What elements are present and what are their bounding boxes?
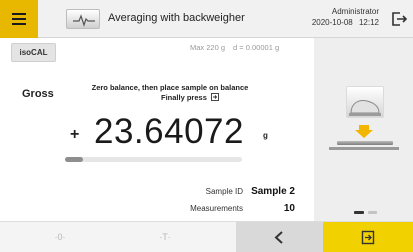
user-name: Administrator — [331, 7, 379, 16]
confirm-icon — [211, 93, 219, 101]
page-dot-active — [354, 211, 364, 214]
date-time: 2020-10-08 12:12 — [312, 17, 379, 28]
hamburger-icon-line — [12, 23, 26, 25]
readability: d = 0.00001 g — [233, 43, 280, 52]
app-title: Averaging with backweigher — [108, 12, 245, 24]
date: 2020-10-08 — [311, 18, 353, 27]
page-indicator — [354, 211, 378, 215]
sample-id-row: Sample ID Sample 2 — [206, 186, 295, 197]
menu-button[interactable] — [0, 0, 38, 38]
confirm-icon — [361, 230, 375, 245]
weight-value: 23.64072 — [94, 112, 244, 151]
weighing-range: Max 220 g d = 0.00001 g — [190, 43, 304, 52]
weight-sign: + — [70, 126, 80, 143]
page-dot — [368, 211, 377, 214]
tare-button[interactable]: ·T· — [140, 222, 190, 252]
back-button[interactable] — [236, 222, 323, 252]
chevron-left-icon — [274, 231, 283, 244]
illustration-panel[interactable] — [314, 38, 413, 221]
instruction-text: Zero balance, then place sample on balan… — [70, 83, 270, 103]
logout-icon[interactable] — [389, 9, 409, 29]
measurements-label: Measurements — [190, 204, 243, 213]
time: 12:12 — [358, 18, 379, 27]
hamburger-icon — [12, 13, 26, 15]
max-capacity: Max 220 g — [190, 43, 226, 52]
capacity-bar — [65, 157, 242, 162]
measurements-row: Measurements 10 — [190, 203, 295, 214]
balance-task-icon — [66, 9, 100, 29]
app-header: Averaging with backweigher Administrator… — [0, 0, 413, 38]
hamburger-icon-line — [12, 18, 26, 20]
weight-unit: g — [263, 131, 268, 140]
sample-id-value: Sample 2 — [251, 186, 295, 197]
measurements-value: 10 — [283, 203, 295, 214]
user-info[interactable]: Administrator 2020-10-08 12:12 — [312, 6, 379, 28]
place-sample-on-pan-icon — [329, 85, 399, 157]
capacity-bar-fill — [65, 157, 83, 162]
instruction-line-1: Zero balance, then place sample on balan… — [91, 83, 249, 92]
next-button[interactable] — [323, 222, 413, 252]
isocal-button[interactable]: isoCAL — [11, 43, 56, 62]
sample-id-label: Sample ID — [205, 187, 243, 196]
zero-button[interactable]: ·0· — [35, 222, 85, 252]
instruction-line-2: Finally press — [161, 93, 219, 103]
gross-label: Gross — [22, 88, 54, 100]
softkey-bar: ·0· ·T· — [0, 221, 413, 252]
